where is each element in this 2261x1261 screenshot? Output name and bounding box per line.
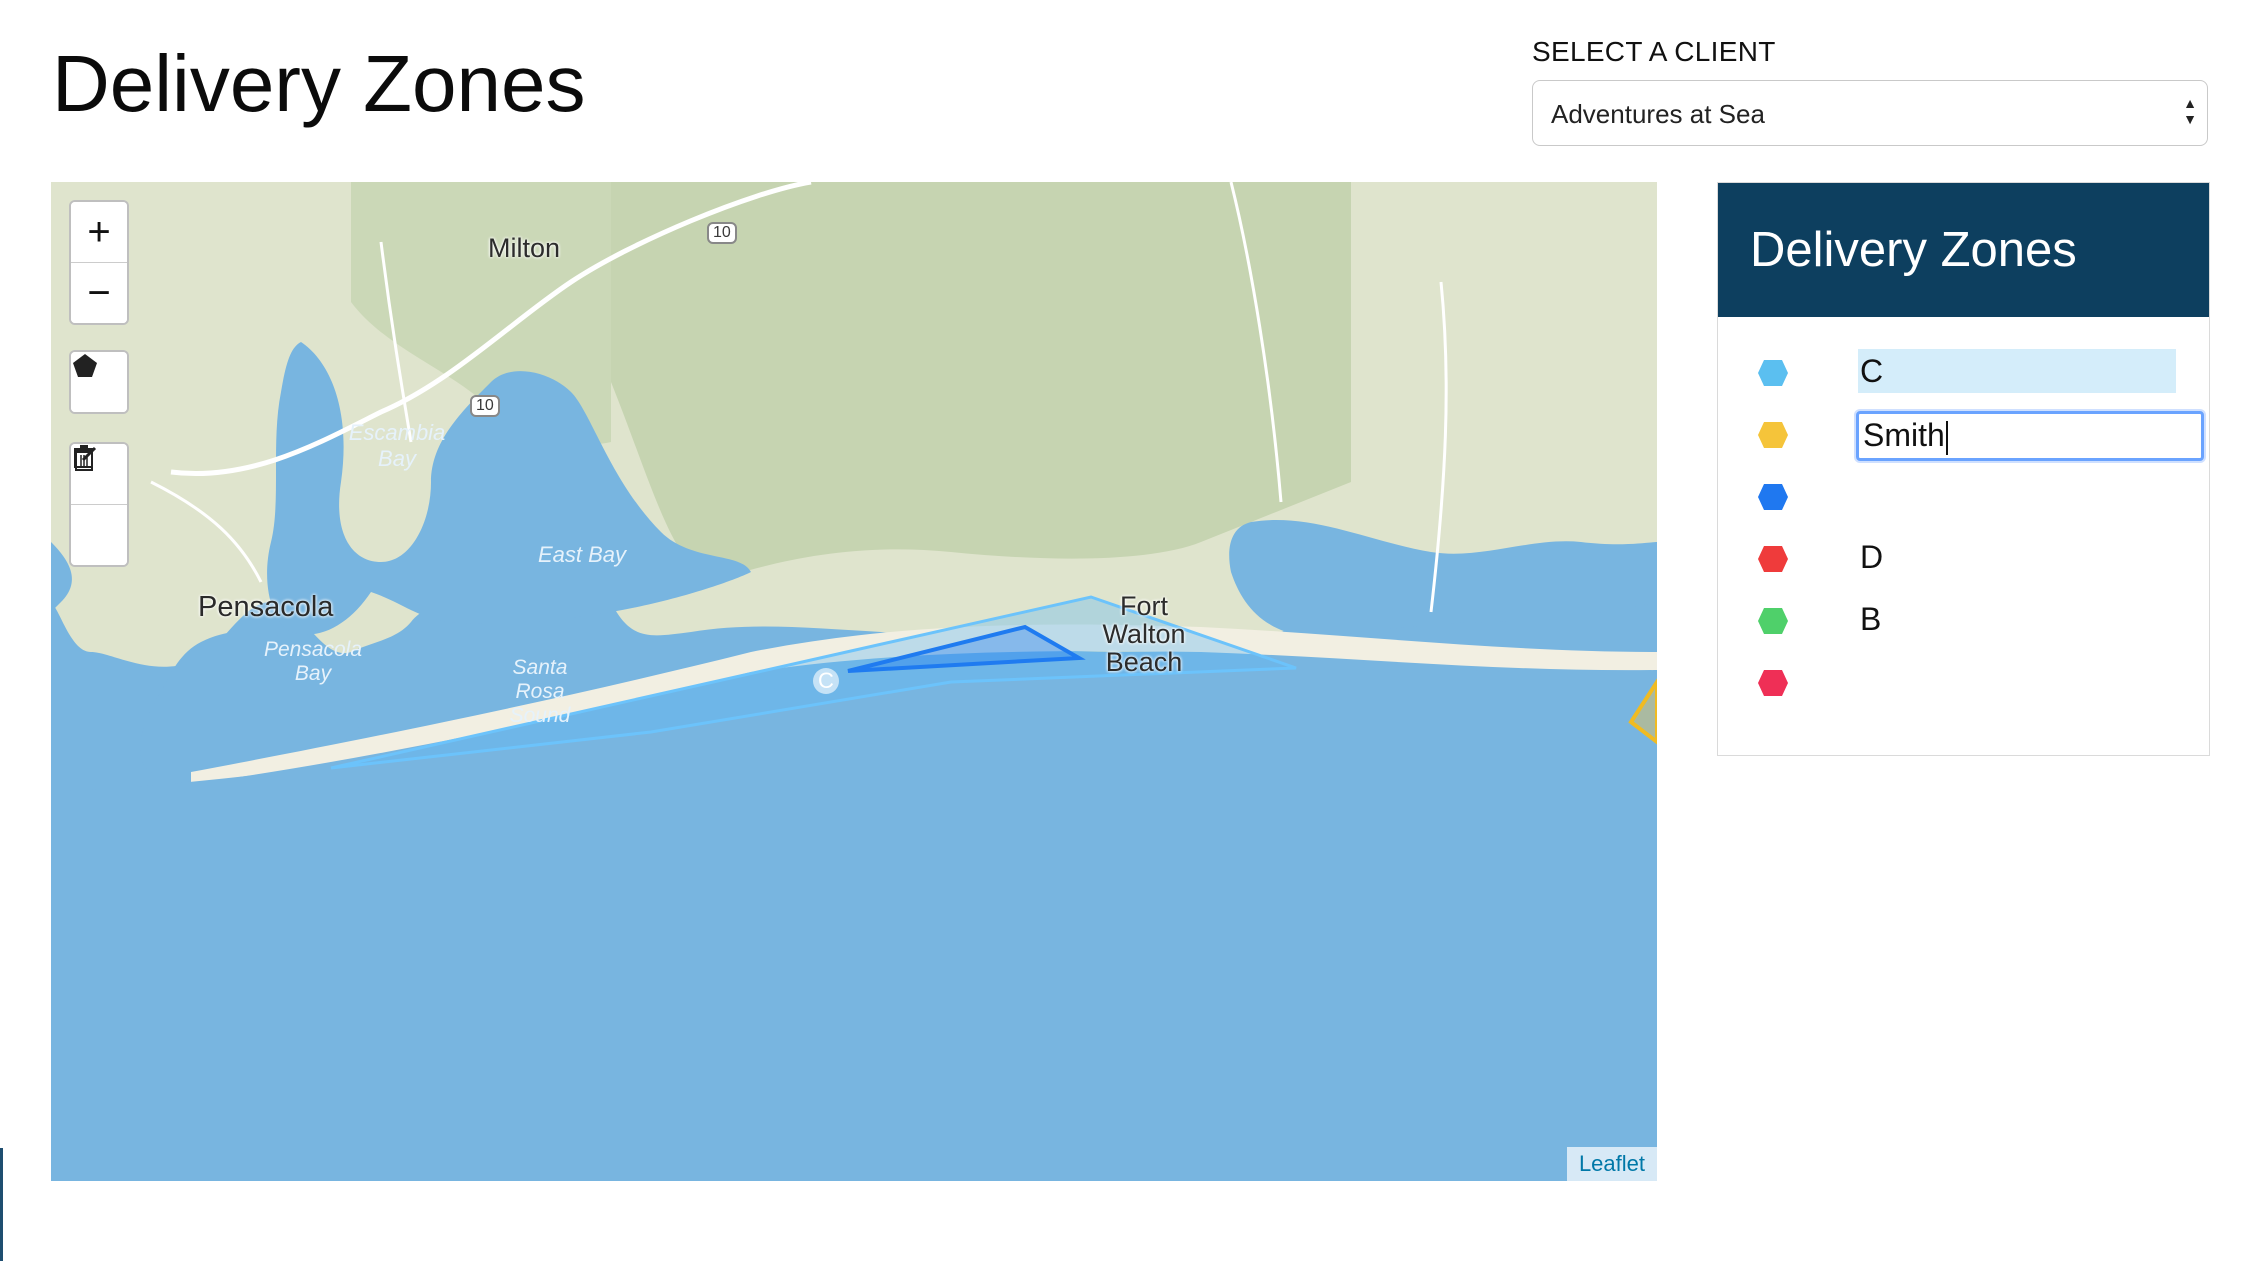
- zone-row[interactable]: D: [1718, 532, 2209, 586]
- delivery-zones-panel: Delivery Zones C Smith D B: [1717, 182, 2210, 756]
- pentagon-icon: [1758, 422, 1788, 448]
- zoom-in-button[interactable]: +: [71, 202, 127, 263]
- zone-row[interactable]: [1718, 656, 2209, 710]
- window-edge: [0, 1148, 3, 1261]
- highway-10-shield: 10: [707, 222, 737, 244]
- pentagon-icon: [1758, 546, 1788, 572]
- select-arrows-icon: ▲ ▼: [2183, 95, 2197, 127]
- zone-name-input-value: Smith: [1863, 417, 1945, 453]
- zone-name[interactable]: C: [1858, 349, 2176, 393]
- zone-name[interactable]: [1858, 473, 2176, 517]
- delete-layers-button[interactable]: [71, 445, 127, 565]
- map[interactable]: Milton Pensacola Escambia Bay East Bay P…: [51, 182, 1657, 1181]
- pentagon-icon: [1758, 670, 1788, 696]
- zone-row[interactable]: B: [1718, 594, 2209, 648]
- zone-name[interactable]: B: [1858, 597, 2176, 641]
- client-select[interactable]: Adventures at Sea ▲ ▼: [1532, 80, 2208, 146]
- zone-name[interactable]: [1858, 659, 2176, 703]
- zoom-out-button[interactable]: −: [71, 263, 127, 323]
- zone-name[interactable]: D: [1858, 535, 2176, 579]
- map-label-east-bay: East Bay: [538, 542, 627, 567]
- zone-row[interactable]: [1718, 470, 2209, 524]
- map-label-pensacola: Pensacola: [198, 591, 334, 623]
- edit-control: [69, 442, 129, 567]
- draw-polygon-button[interactable]: [71, 352, 127, 412]
- map-label-santa-rosa-sound: Santa Rosa Sound: [509, 656, 571, 727]
- map-label-pensacola-bay: Pensacola Bay: [263, 638, 363, 685]
- client-select-value: Adventures at Sea: [1551, 99, 1765, 129]
- zone-label-marker[interactable]: C: [813, 668, 839, 694]
- text-caret: [1945, 420, 1948, 455]
- panel-title: Delivery Zones: [1718, 183, 2209, 317]
- zone-row[interactable]: C: [1718, 346, 2209, 400]
- map-label-milton: Milton: [488, 233, 561, 263]
- draw-control: [69, 350, 129, 414]
- pentagon-icon: [1758, 608, 1788, 634]
- zoom-control: + −: [69, 200, 129, 325]
- zone-row[interactable]: Smith: [1718, 408, 2209, 462]
- map-attribution-link[interactable]: Leaflet: [1566, 1147, 1657, 1181]
- pentagon-icon: [1758, 484, 1788, 510]
- map-label-fort-walton-beach: Fort Walton Beach: [1102, 591, 1186, 677]
- pentagon-icon: [73, 354, 97, 377]
- page-title: Delivery Zones: [52, 39, 586, 128]
- map-label-escambia-bay: Escambia Bay: [348, 420, 446, 471]
- zone-name-input[interactable]: Smith: [1856, 411, 2204, 461]
- trash-icon: [74, 445, 94, 471]
- client-select-label: SELECT A CLIENT: [1532, 36, 1776, 67]
- highway-10-shield-2: 10: [470, 395, 500, 417]
- pentagon-icon: [1758, 360, 1788, 386]
